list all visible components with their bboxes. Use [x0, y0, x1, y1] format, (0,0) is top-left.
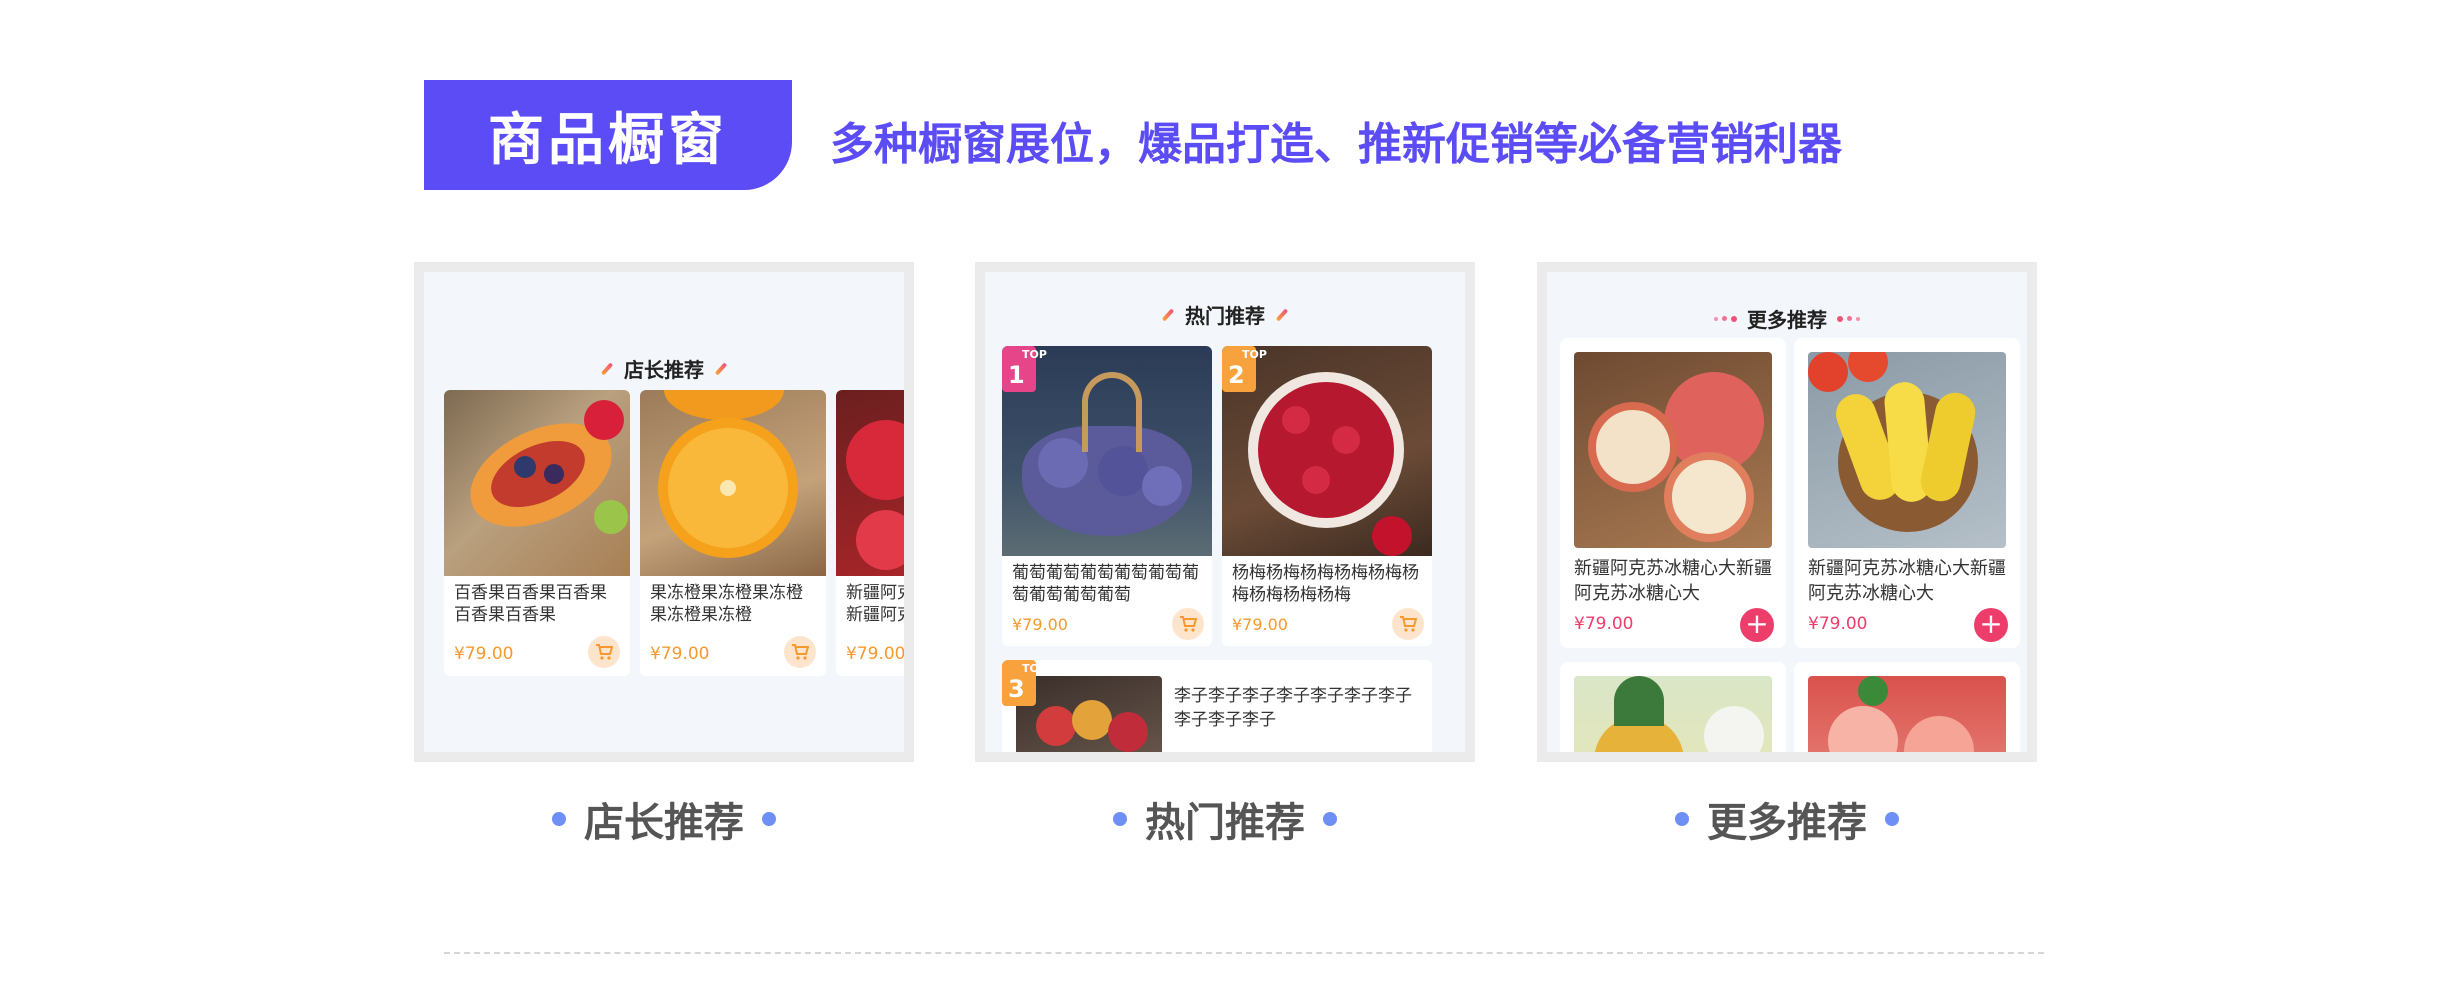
section-badge: 商品橱窗 — [424, 80, 792, 190]
product-price: ¥79.00 — [1574, 614, 1634, 634]
slash-decoration-icon — [714, 361, 728, 376]
dashed-divider — [444, 952, 2044, 954]
product-name: 新疆阿克苏冰糖心大新疆阿克苏冰糖心大 — [1574, 558, 1772, 604]
rank-badge: 3 TOP — [1002, 660, 1047, 706]
product-card[interactable]: 新疆阿克苏冰糖心大新疆阿克苏冰糖心大 ¥79.00 + — [1560, 338, 1786, 648]
more-recommend-header: 更多推荐 — [1547, 304, 2027, 333]
ranked-product-card[interactable]: 1 TOP 葡萄葡萄葡萄葡萄葡萄葡萄葡萄葡萄葡萄 ¥79.00 — [1002, 346, 1212, 646]
section-subtitle: 多种橱窗展位，爆品打造、推新促销等必备营销利器 — [830, 119, 1842, 170]
product-price: ¥79.00 — [1012, 615, 1068, 634]
product-card[interactable]: 百香果百香果百香果百香果百香果 ¥79.00 — [444, 390, 630, 676]
dots-decoration-icon — [1714, 315, 1737, 322]
cart-icon — [596, 644, 613, 660]
caption-store-recommend: 店长推荐 — [404, 790, 924, 848]
product-name: 李子李子李子李子李子李子李子李子李子李子 — [1174, 686, 1412, 730]
hot-recommend-header: 热门推荐 — [985, 300, 1465, 329]
hot-recommend-preview: 热门推荐 1 TOP 葡萄葡萄葡萄葡萄葡萄葡萄葡萄葡萄葡萄 ¥79.00 2 T… — [975, 262, 1475, 762]
add-to-cart-button[interactable] — [1172, 608, 1204, 640]
add-to-cart-button[interactable]: + — [1740, 608, 1774, 642]
product-card[interactable] — [1560, 662, 1786, 752]
pomegranate-image — [836, 390, 904, 576]
caption-more-recommend: 更多推荐 — [1527, 790, 2047, 848]
peach-image — [1808, 676, 2006, 752]
slash-decoration-icon — [1275, 307, 1289, 322]
pineapple-image — [1574, 676, 1772, 752]
slash-decoration-icon — [1161, 307, 1175, 322]
product-name: 果冻橙果冻橙果冻橙果冻橙果冻橙 — [650, 583, 803, 625]
store-recommend-title: 店长推荐 — [624, 358, 704, 382]
plus-icon: + — [1745, 607, 1769, 640]
caption-label: 店长推荐 — [584, 800, 744, 846]
add-to-cart-button[interactable] — [588, 636, 620, 668]
product-name: 百香果百香果百香果百香果百香果 — [454, 583, 607, 625]
hot-recommend-title: 热门推荐 — [1185, 304, 1265, 328]
add-to-cart-button[interactable]: + — [1974, 608, 2008, 642]
cart-icon — [1400, 616, 1417, 632]
more-recommend-title: 更多推荐 — [1747, 308, 1827, 332]
caption-label: 热门推荐 — [1145, 800, 1305, 846]
apple-image — [1574, 352, 1772, 548]
product-card[interactable] — [1794, 662, 2020, 752]
plus-icon: + — [1979, 607, 2003, 640]
product-price: ¥79.00 — [650, 644, 710, 664]
product-name: 葡萄葡萄葡萄葡萄葡萄葡萄葡萄葡萄葡萄 — [1012, 563, 1199, 605]
store-recommend-preview: 店长推荐 百香果百香果百香果百香果百香果 ¥79.00 果冻橙果冻橙果冻橙果冻橙… — [414, 262, 914, 762]
dot-icon — [552, 812, 566, 826]
add-to-cart-button[interactable] — [1392, 608, 1424, 640]
product-card[interactable]: 果冻橙果冻橙果冻橙果冻橙果冻橙 ¥79.00 — [640, 390, 826, 676]
dot-icon — [762, 812, 776, 826]
dot-icon — [1885, 812, 1899, 826]
product-name: 新疆阿克苏冰糖心大新疆阿克苏冰糖心大 — [846, 583, 914, 625]
product-card[interactable]: 新疆阿克苏冰糖心大新疆阿克苏冰糖心大 ¥79.00 + — [1794, 338, 2020, 648]
orange-image — [640, 390, 826, 576]
dot-icon — [1323, 812, 1337, 826]
plum-plate-image — [1016, 676, 1162, 752]
more-recommend-preview: 更多推荐 新疆阿克苏冰糖心大新疆阿克苏冰糖心大 ¥79.00 + 新疆阿克苏冰糖… — [1537, 262, 2037, 762]
product-price: ¥79.00 — [846, 644, 906, 664]
ranked-product-card[interactable]: 2 TOP 杨梅杨梅杨梅杨梅杨梅杨梅杨梅杨梅杨梅 ¥79.00 — [1222, 346, 1432, 646]
cart-icon — [792, 644, 809, 660]
papaya-image — [444, 390, 630, 576]
store-recommend-header: 店长推荐 — [424, 354, 904, 383]
product-price: ¥79.00 — [1808, 614, 1868, 634]
product-name: 新疆阿克苏冰糖心大新疆阿克苏冰糖心大 — [1808, 558, 2006, 604]
rank-badge: 1 TOP — [1002, 346, 1047, 392]
banana-image — [1808, 352, 2006, 548]
dot-icon — [1675, 812, 1689, 826]
ranked-product-card[interactable]: 3 TOP 李子李子李子李子李子李子李子李子李子李子 — [1002, 660, 1432, 752]
slash-decoration-icon — [600, 361, 614, 376]
product-price: ¥79.00 — [454, 644, 514, 664]
rank-badge: 2 TOP — [1222, 346, 1267, 392]
caption-hot-recommend: 热门推荐 — [965, 790, 1485, 848]
product-price: ¥79.00 — [1232, 615, 1288, 634]
cart-icon — [1180, 616, 1197, 632]
dot-icon — [1113, 812, 1127, 826]
product-card[interactable]: 新疆阿克苏冰糖心大新疆阿克苏冰糖心大 ¥79.00 — [836, 390, 914, 676]
caption-label: 更多推荐 — [1707, 800, 1867, 846]
product-name: 杨梅杨梅杨梅杨梅杨梅杨梅杨梅杨梅杨梅 — [1232, 563, 1419, 605]
add-to-cart-button[interactable] — [784, 636, 816, 668]
dots-decoration-icon — [1837, 315, 1860, 322]
